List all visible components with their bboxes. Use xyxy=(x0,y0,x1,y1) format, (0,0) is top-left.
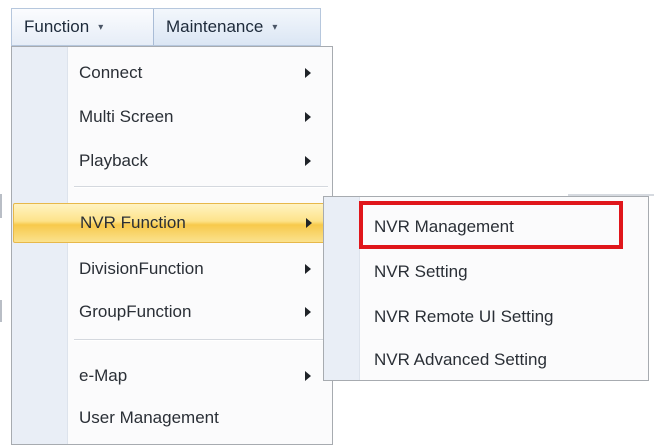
submenu-arrow-icon xyxy=(305,156,311,166)
submenu-arrow-icon xyxy=(305,112,311,122)
menu-item-label: Connect xyxy=(79,63,143,82)
menu-item-label: GroupFunction xyxy=(79,302,192,321)
chevron-down-icon: ▾ xyxy=(272,21,278,33)
submenu-arrow-icon xyxy=(306,218,312,228)
menu-item-playback[interactable]: Playback xyxy=(12,141,332,181)
submenu-item-nvr-remote-ui-setting[interactable]: NVR Remote UI Setting xyxy=(324,297,648,337)
emphasis-highlight-box xyxy=(359,201,623,249)
submenu-arrow-icon xyxy=(305,307,311,317)
menu-function[interactable]: Function ▾ xyxy=(12,9,154,45)
menu-bar: Function ▾ Maintenance ▾ xyxy=(11,8,321,46)
background-edge xyxy=(0,194,2,218)
menu-item-multi-screen[interactable]: Multi Screen xyxy=(12,97,332,137)
menu-item-label: Playback xyxy=(79,151,148,170)
chevron-down-icon: ▾ xyxy=(98,21,104,33)
menu-separator xyxy=(74,186,328,188)
submenu-arrow-icon xyxy=(305,371,311,381)
menu-item-user-management[interactable]: User Management xyxy=(12,398,332,438)
menu-separator xyxy=(74,339,328,341)
menu-item-group-function[interactable]: GroupFunction xyxy=(12,292,332,332)
submenu-arrow-icon xyxy=(305,68,311,78)
menu-maintenance[interactable]: Maintenance ▾ xyxy=(154,9,322,45)
menu-item-label: Multi Screen xyxy=(79,107,174,126)
menu-maintenance-label: Maintenance xyxy=(166,17,264,36)
menu-item-label: NVR Advanced Setting xyxy=(374,350,547,369)
menu-function-label: Function xyxy=(24,17,90,36)
menu-item-e-map[interactable]: e-Map xyxy=(12,356,332,396)
application-window: Function ▾ Maintenance ▾ Connect Multi S… xyxy=(0,0,671,445)
menu-item-nvr-function[interactable]: NVR Function xyxy=(13,203,331,243)
menu-item-label: e-Map xyxy=(79,366,128,385)
menu-item-division-function[interactable]: DivisionFunction xyxy=(12,249,332,289)
menu-item-label: NVR Function xyxy=(80,213,186,232)
submenu-arrow-icon xyxy=(305,264,311,274)
menu-item-label: NVR Setting xyxy=(374,262,468,281)
function-dropdown: Connect Multi Screen Playback NVR Functi… xyxy=(11,46,333,445)
submenu-item-nvr-advanced-setting[interactable]: NVR Advanced Setting xyxy=(324,340,648,380)
menu-item-label: User Management xyxy=(79,408,219,427)
submenu-item-nvr-setting[interactable]: NVR Setting xyxy=(324,252,648,292)
menu-item-label: DivisionFunction xyxy=(79,259,204,278)
menu-item-connect[interactable]: Connect xyxy=(12,53,332,93)
menu-item-label: NVR Remote UI Setting xyxy=(374,307,554,326)
background-edge xyxy=(0,300,2,322)
